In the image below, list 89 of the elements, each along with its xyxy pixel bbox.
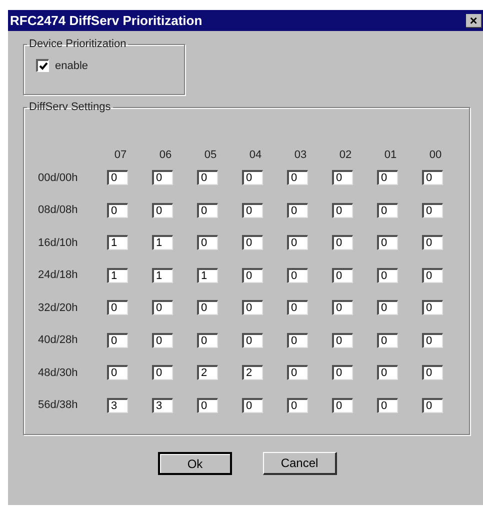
column-header: 05 [203, 150, 218, 162]
value-field[interactable]: 0 [377, 235, 398, 250]
value-field[interactable]: 0 [422, 300, 443, 316]
value-field[interactable]: 0 [152, 202, 173, 218]
value-field[interactable]: 0 [107, 365, 128, 380]
value-field[interactable]: 0 [377, 268, 398, 283]
value-field[interactable]: 0 [242, 202, 263, 218]
row-label: 24d/18h [38, 268, 79, 283]
value-field[interactable]: 0 [332, 332, 353, 348]
value-field[interactable]: 0 [197, 332, 218, 348]
row-label: 48d/30h [38, 366, 79, 380]
row-label: 32d/20h [38, 300, 79, 316]
value-field[interactable]: 0 [197, 202, 218, 218]
value-field[interactable]: 0 [152, 300, 173, 316]
column-header: 00 [428, 150, 443, 162]
value-field[interactable]: 0 [242, 235, 263, 250]
group-title: Device Prioritization [28, 37, 128, 52]
value-field[interactable]: 0 [377, 398, 398, 413]
value-field[interactable]: 0 [197, 398, 218, 413]
value-field[interactable]: 0 [377, 170, 398, 186]
row-label: 56d/38h [38, 398, 79, 413]
value-field[interactable]: 0 [242, 332, 263, 348]
value-field[interactable]: 0 [287, 202, 308, 218]
column-header: 04 [248, 150, 263, 162]
row-label: 00d/00h [38, 170, 79, 186]
value-field[interactable]: 0 [332, 202, 353, 218]
row-label: 16d/10h [38, 236, 79, 250]
value-field[interactable]: 0 [107, 300, 128, 316]
value-field[interactable]: 0 [422, 235, 443, 250]
value-field[interactable]: 1 [197, 268, 218, 283]
value-field[interactable]: 3 [107, 398, 128, 413]
value-field[interactable]: 0 [287, 300, 308, 316]
value-field[interactable]: 0 [287, 365, 308, 380]
value-field[interactable]: 0 [332, 235, 353, 250]
value-field[interactable]: 1 [107, 268, 128, 283]
value-field[interactable]: 0 [152, 332, 173, 348]
value-field[interactable]: 0 [107, 202, 128, 218]
value-field[interactable]: 0 [197, 170, 218, 186]
checkbox[interactable] [36, 59, 49, 72]
value-field[interactable]: 0 [332, 170, 353, 186]
value-field[interactable]: 0 [422, 202, 443, 218]
value-field[interactable]: 0 [332, 268, 353, 283]
value-field[interactable]: 1 [152, 235, 173, 250]
value-field[interactable]: 0 [422, 170, 443, 186]
column-header: 02 [338, 150, 353, 162]
value-field[interactable]: 1 [152, 268, 173, 283]
value-field[interactable]: 0 [242, 398, 263, 413]
window-title: RFC2474 DiffServ Prioritization [10, 12, 202, 30]
value-field[interactable]: 0 [332, 300, 353, 316]
value-field[interactable]: 0 [332, 398, 353, 413]
dialog-button[interactable]: Ok [158, 452, 232, 475]
value-field[interactable]: 0 [197, 300, 218, 316]
value-field[interactable]: 0 [242, 268, 263, 283]
value-field[interactable]: 0 [332, 365, 353, 380]
value-field[interactable]: 0 [287, 268, 308, 283]
check-icon [38, 62, 48, 70]
value-field[interactable]: 0 [197, 235, 218, 250]
value-field[interactable]: 1 [107, 235, 128, 250]
value-field[interactable]: 0 [422, 268, 443, 283]
value-field[interactable]: 0 [152, 365, 173, 380]
value-field[interactable]: 0 [377, 332, 398, 348]
row-label: 40d/28h [38, 333, 79, 348]
column-header: 03 [293, 150, 308, 162]
value-field[interactable]: 0 [377, 300, 398, 316]
column-header: 01 [383, 150, 398, 162]
value-field[interactable]: 0 [107, 332, 128, 348]
dialog-button[interactable]: Cancel [263, 452, 337, 475]
value-field[interactable]: 0 [422, 365, 443, 380]
row-label: 08d/08h [38, 203, 79, 218]
close-button[interactable]: × [466, 14, 482, 28]
value-field[interactable]: 2 [242, 365, 263, 380]
value-field[interactable]: 0 [377, 202, 398, 218]
checkbox-label: enable [55, 58, 88, 74]
value-field[interactable]: 0 [287, 398, 308, 413]
value-field[interactable]: 0 [242, 170, 263, 186]
value-field[interactable]: 0 [422, 332, 443, 348]
value-field[interactable]: 0 [242, 300, 263, 316]
value-field[interactable]: 2 [197, 365, 218, 380]
value-field[interactable]: 3 [152, 398, 173, 413]
value-field[interactable]: 0 [107, 170, 128, 186]
column-header: 07 [113, 150, 128, 162]
column-header: 06 [158, 150, 173, 162]
value-field[interactable]: 0 [287, 170, 308, 186]
value-field[interactable]: 0 [287, 235, 308, 250]
value-field[interactable]: 0 [422, 398, 443, 413]
value-field[interactable]: 0 [377, 365, 398, 380]
group-title: DiffServ Settings [28, 100, 112, 115]
value-field[interactable]: 0 [287, 332, 308, 348]
value-field[interactable]: 0 [152, 170, 173, 186]
